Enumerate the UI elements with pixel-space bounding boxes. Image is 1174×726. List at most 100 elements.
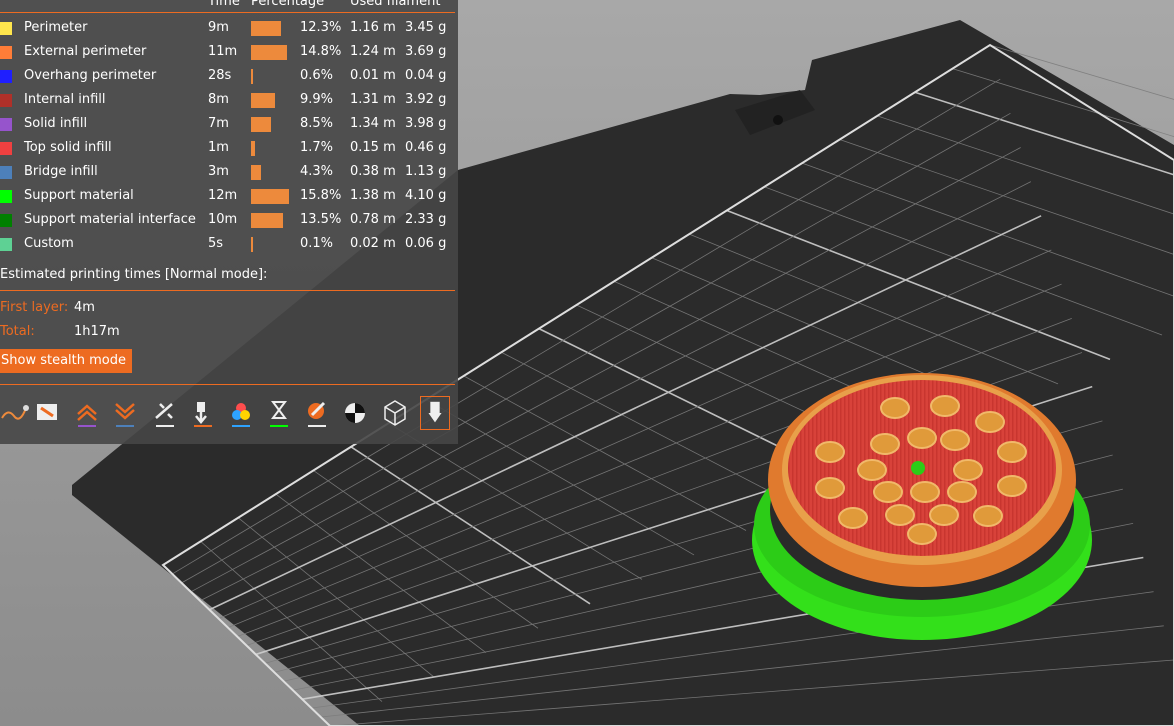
feature-length: 1.38 m — [350, 188, 396, 203]
color-swatch — [0, 22, 12, 35]
color-swatch — [0, 94, 12, 107]
center-of-gravity-icon[interactable] — [340, 396, 370, 430]
feature-label: Support material interface — [24, 212, 196, 227]
feature-length: 1.16 m — [350, 20, 396, 35]
feature-weight: 1.13 g — [405, 164, 447, 179]
legend-row[interactable]: Support material interface 10m 13.5% 0.78 m… — [0, 209, 458, 233]
toolbar-divider — [0, 384, 455, 385]
color-swatch — [0, 166, 12, 179]
color-swatch — [0, 46, 12, 59]
legend-row[interactable]: Perimeter 9m 12.3% 1.16 m 3.45 g — [0, 17, 458, 41]
feature-time: 10m — [208, 212, 238, 227]
tool-marker-icon[interactable] — [420, 396, 450, 430]
percentage-bar — [251, 141, 255, 156]
feature-weight: 0.06 g — [405, 236, 447, 251]
feature-percentage: 9.9% — [300, 92, 334, 107]
percentage-bar — [251, 45, 287, 60]
header-divider — [0, 12, 455, 13]
feature-time: 7m — [208, 116, 229, 131]
feature-time: 5s — [208, 236, 224, 251]
first-layer-label: First layer: — [0, 300, 69, 315]
legend-row[interactable]: Support material 12m 15.8% 1.38 m 4.10 g — [0, 185, 458, 209]
feature-weight: 3.69 g — [405, 44, 447, 59]
feature-length: 1.24 m — [350, 44, 396, 59]
feature-percentage: 8.5% — [300, 116, 334, 131]
feature-percentage: 0.6% — [300, 68, 334, 83]
legend-row[interactable]: Custom 5s 0.1% 0.02 m 0.06 g — [0, 233, 458, 257]
feature-weight: 3.98 g — [405, 116, 447, 131]
feature-label: Support material — [24, 188, 134, 203]
show-stealth-mode-button[interactable]: Show stealth mode — [0, 349, 132, 373]
feature-length: 1.31 m — [350, 92, 396, 107]
percentage-bar — [251, 237, 253, 252]
feature-label: Perimeter — [24, 20, 88, 35]
feature-weight: 2.33 g — [405, 212, 447, 227]
feature-weight: 3.92 g — [405, 92, 447, 107]
feature-length: 0.02 m — [350, 236, 396, 251]
tool-changes-icon[interactable] — [188, 396, 218, 430]
color-swatch — [0, 70, 12, 83]
legend-row[interactable]: Top solid infill 1m 1.7% 0.15 m 0.46 g — [0, 137, 458, 161]
feature-time: 9m — [208, 20, 229, 35]
feature-percentage: 1.7% — [300, 140, 334, 155]
view-options-toolbar — [0, 396, 458, 432]
feature-percentage: 12.3% — [300, 20, 342, 35]
header-percentage: Percentage — [251, 0, 325, 9]
feature-weight: 3.45 g — [405, 20, 447, 35]
percentage-bar — [251, 117, 271, 132]
deretractions-icon[interactable] — [110, 396, 140, 430]
legend-row[interactable]: Solid infill 7m 8.5% 1.34 m 3.98 g — [0, 113, 458, 137]
legend-row[interactable]: External perimeter 11m 14.8% 1.24 m 3.69 g — [0, 41, 458, 65]
feature-time: 28s — [208, 68, 232, 83]
feature-percentage: 14.8% — [300, 44, 342, 59]
feature-percentage: 0.1% — [300, 236, 334, 251]
feature-length: 0.78 m — [350, 212, 396, 227]
legend-row[interactable]: Internal infill 8m 9.9% 1.31 m 3.92 g — [0, 89, 458, 113]
color-changes-icon[interactable] — [226, 396, 256, 430]
shells-icon[interactable] — [380, 396, 410, 430]
total-value: 1h17m — [74, 324, 120, 339]
percentage-bar — [251, 69, 253, 84]
custom-gcodes-icon[interactable] — [302, 396, 332, 430]
pause-prints-icon[interactable] — [264, 396, 294, 430]
feature-weight: 4.10 g — [405, 188, 447, 203]
estimates-title: Estimated printing times [Normal mode]: — [0, 267, 268, 282]
percentage-bar — [251, 21, 281, 36]
percentage-bar — [251, 93, 275, 108]
feature-time: 11m — [208, 44, 238, 59]
legend-panel: Time Percentage Used filament Perimeter 9… — [0, 0, 458, 444]
total-label: Total: — [0, 324, 35, 339]
feature-label: Bridge infill — [24, 164, 98, 179]
color-swatch — [0, 214, 12, 227]
legend-row[interactable]: Bridge infill 3m 4.3% 0.38 m 1.13 g — [0, 161, 458, 185]
feature-length: 0.15 m — [350, 140, 396, 155]
color-swatch — [0, 190, 12, 203]
feature-length: 0.38 m — [350, 164, 396, 179]
percentage-bar — [251, 189, 289, 204]
estimates-divider — [0, 290, 455, 291]
feature-label: External perimeter — [24, 44, 147, 59]
feature-length: 1.34 m — [350, 116, 396, 131]
seams-icon[interactable] — [150, 396, 180, 430]
feature-label: Top solid infill — [24, 140, 112, 155]
color-swatch — [0, 142, 12, 155]
feature-time: 12m — [208, 188, 238, 203]
first-layer-value: 4m — [74, 300, 95, 315]
legend-row[interactable]: Overhang perimeter 28s 0.6% 0.01 m 0.04 g — [0, 65, 458, 89]
percentage-bar — [251, 213, 283, 228]
feature-weight: 0.46 g — [405, 140, 447, 155]
feature-time: 8m — [208, 92, 229, 107]
color-swatch — [0, 118, 12, 131]
header-used-filament: Used filament — [350, 0, 441, 9]
feature-weight: 0.04 g — [405, 68, 447, 83]
color-swatch — [0, 238, 12, 251]
feature-label: Solid infill — [24, 116, 88, 131]
feature-label: Internal infill — [24, 92, 106, 107]
retractions-icon[interactable] — [72, 396, 102, 430]
printed-model — [752, 373, 1092, 640]
percentage-bar — [251, 165, 261, 180]
travel-icon[interactable] — [0, 396, 30, 430]
feature-percentage: 4.3% — [300, 164, 334, 179]
wipe-icon[interactable] — [32, 396, 62, 430]
feature-length: 0.01 m — [350, 68, 396, 83]
